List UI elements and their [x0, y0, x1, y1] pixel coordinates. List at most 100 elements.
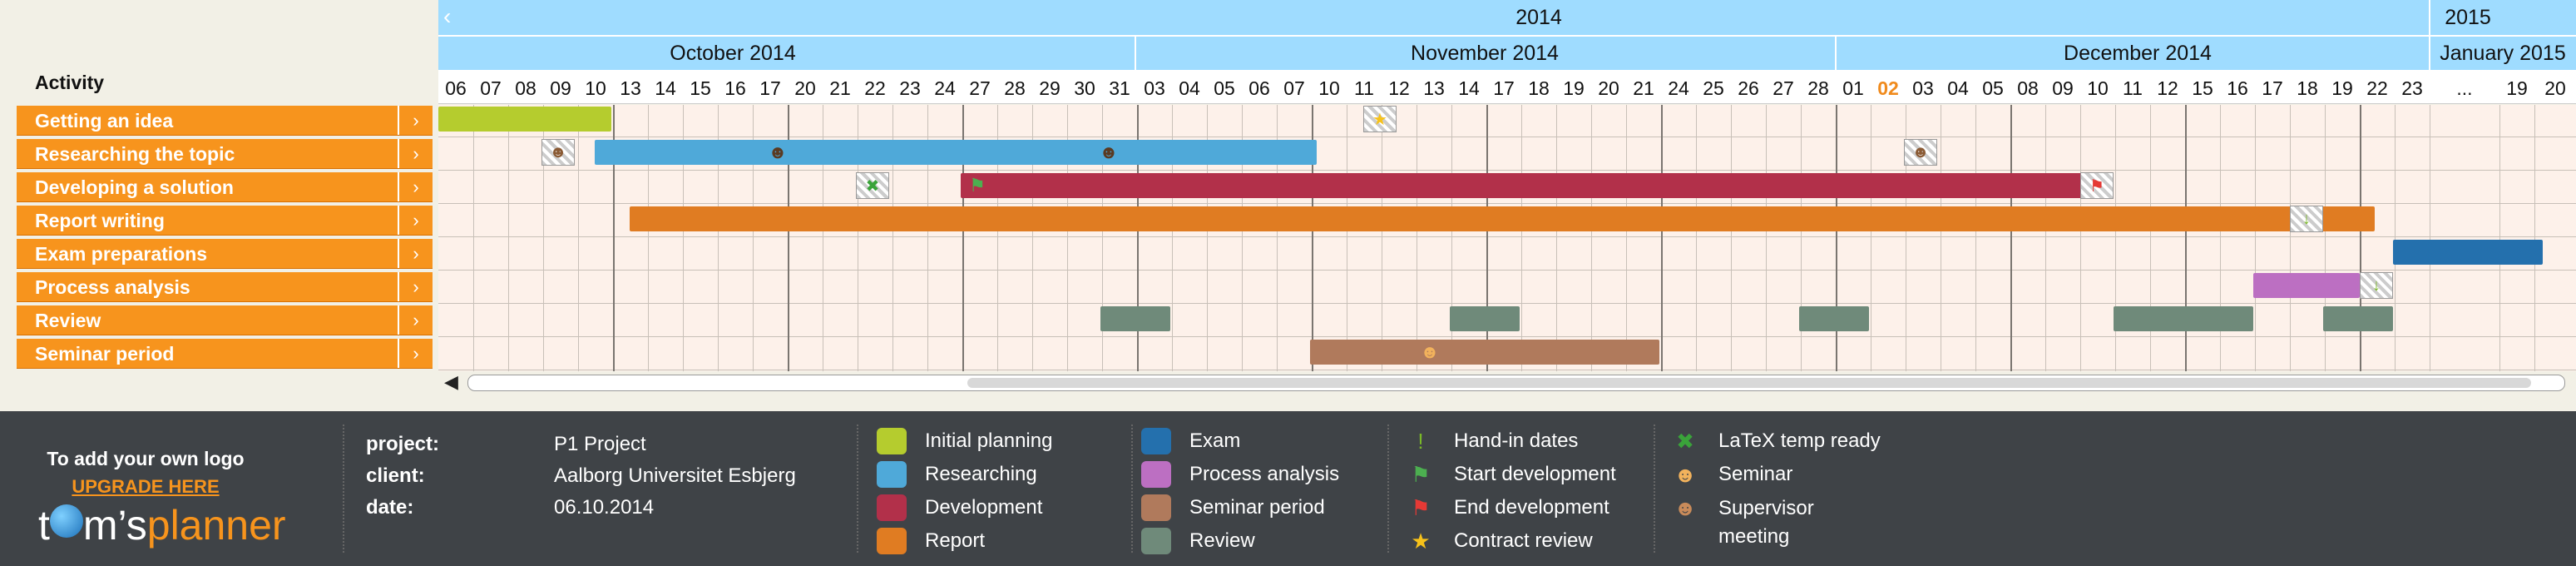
legend-item: ! Hand-in dates — [1406, 428, 1578, 454]
day-label: 07 — [1283, 77, 1305, 99]
logo-prompt: To add your own logo — [47, 448, 245, 469]
day-label: 19 — [1563, 77, 1585, 99]
day-label: 05 — [1214, 77, 1235, 99]
timeline-scrollbar[interactable]: ◀ — [439, 371, 2576, 395]
activity-row[interactable]: Getting an idea › — [17, 106, 433, 136]
grid-column-line — [2360, 105, 2361, 371]
timeline-prev-icon[interactable]: ‹ — [443, 3, 451, 30]
activity-label: Developing a solution — [35, 176, 234, 198]
expand-chevron-icon[interactable]: › — [398, 272, 433, 301]
legend-label: Development — [925, 496, 1043, 519]
month-december-label: December 2014 — [2064, 41, 2212, 65]
scroll-thumb[interactable] — [967, 378, 2531, 388]
gantt-grid: ★ ☻ ☻ ☻ ☻ ✖ ⚑ ⚑ ↓ ↓ ☻ — [438, 105, 2576, 371]
bar-getting-an-idea[interactable] — [438, 107, 611, 132]
upgrade-link[interactable]: UPGRADE HERE — [0, 476, 316, 498]
day-label: 30 — [1074, 77, 1095, 99]
legend-label-line: Contract review — [1454, 529, 1593, 552]
project-label: project: — [366, 433, 440, 455]
legend-item: ⚑ Start development — [1406, 461, 1616, 488]
day-label: 26 — [1738, 77, 1759, 99]
start-development-flag-icon[interactable]: ⚑ — [964, 172, 991, 199]
bar-exam[interactable] — [2393, 240, 2543, 265]
seminar-marker[interactable]: ☻ — [1417, 339, 1443, 365]
activity-row[interactable]: Process analysis › — [17, 272, 433, 302]
day-label: 17 — [1493, 77, 1515, 99]
scroll-track[interactable] — [467, 375, 2565, 391]
expand-chevron-icon[interactable]: › — [398, 139, 433, 168]
bar-review-5[interactable] — [2323, 306, 2393, 331]
activity-label: Process analysis — [35, 276, 190, 298]
legend-swatch — [1141, 461, 1171, 488]
hand-in-marker[interactable]: ↓ — [2360, 272, 2393, 299]
brand-logo: tom’splanner — [38, 501, 286, 549]
supervisor-meeting-marker[interactable]: ☻ — [764, 139, 791, 166]
bar-review-3[interactable] — [1799, 306, 1869, 331]
legend-swatch — [877, 461, 907, 488]
grid-column-line — [1661, 105, 1663, 371]
grid-column-line — [1801, 105, 1802, 371]
month-october-label: October 2014 — [670, 41, 796, 65]
day-label: 19 — [2506, 77, 2528, 99]
expand-chevron-icon[interactable]: › — [398, 305, 433, 335]
bar-report-writing[interactable] — [630, 206, 2375, 231]
legend-swatch — [1141, 528, 1171, 554]
latex-ready-marker[interactable]: ✖ — [856, 172, 889, 199]
month-header: October 2014 November 2014 December 2014… — [438, 37, 2576, 72]
activity-row[interactable]: Developing a solution › — [17, 172, 433, 202]
day-label: 27 — [1773, 77, 1794, 99]
expand-chevron-icon[interactable]: › — [398, 106, 433, 135]
activity-row[interactable]: Exam preparations › — [17, 239, 433, 269]
client-label: client: — [366, 464, 425, 487]
hand-in-marker[interactable]: ↓ — [2290, 206, 2323, 232]
client-value: Aalborg Universitet Esbjerg — [554, 464, 796, 487]
legend-label-line: LaTeX temp ready — [1718, 429, 1881, 452]
supervisor-meeting-marker[interactable]: ☻ — [1095, 139, 1122, 166]
supervisor-person-icon: ☻ — [1674, 494, 1697, 520]
bar-process-analysis[interactable] — [2253, 273, 2360, 298]
bar-review-1[interactable] — [1100, 306, 1170, 331]
legend-label: Start development — [1454, 463, 1616, 486]
day-label: 17 — [759, 77, 781, 99]
activity-row[interactable]: Report writing › — [17, 206, 433, 236]
bar-researching[interactable] — [595, 140, 1317, 165]
day-label: 29 — [1039, 77, 1061, 99]
year-2015-label: 2015 — [2445, 5, 2491, 29]
day-label: 20 — [1598, 77, 1619, 99]
activity-row[interactable]: Seminar period › — [17, 339, 433, 369]
bar-seminar-period[interactable] — [1310, 340, 1659, 365]
supervisor-meeting-marker[interactable]: ☻ — [1904, 139, 1937, 166]
activity-row[interactable]: Researching the topic › — [17, 139, 433, 169]
bar-developing[interactable] — [961, 173, 2084, 198]
day-label: 10 — [1318, 77, 1340, 99]
day-label: ... — [2456, 77, 2473, 99]
legend-swatch — [877, 528, 907, 554]
activity-row[interactable]: Review › — [17, 305, 433, 335]
legend-item: Initial planning — [877, 428, 1052, 454]
grid-column-line — [2395, 105, 2396, 371]
legend-label: Contract review — [1454, 529, 1593, 553]
day-label: 12 — [1388, 77, 1410, 99]
supervisor-meeting-marker[interactable]: ☻ — [541, 139, 575, 166]
legend-item: ✖ LaTeX temp ready — [1670, 428, 1881, 454]
bar-review-2[interactable] — [1450, 306, 1520, 331]
contract-review-marker[interactable]: ★ — [1363, 106, 1397, 132]
grid-column-line — [2185, 105, 2187, 371]
grid-column-line — [2325, 105, 2326, 371]
end-development-marker[interactable]: ⚑ — [2080, 172, 2114, 199]
grid-column-line — [1626, 105, 1627, 371]
expand-chevron-icon[interactable]: › — [398, 206, 433, 235]
bar-review-4[interactable] — [2114, 306, 2253, 331]
expand-chevron-icon[interactable]: › — [398, 239, 433, 268]
expand-chevron-icon[interactable]: › — [398, 172, 433, 201]
month-january-label: January 2015 — [2440, 41, 2566, 65]
seminar-person-icon: ☻ — [1674, 461, 1697, 487]
legend-label-line: meeting — [1718, 525, 1790, 548]
gantt-app: ‹ 2014 2015 October 2014 November 2014 D… — [0, 0, 2576, 566]
brand-o-globe-icon: o — [49, 504, 83, 538]
scroll-left-arrow-icon[interactable]: ◀ — [444, 371, 458, 393]
legend-item: Report — [877, 528, 985, 554]
expand-chevron-icon[interactable]: › — [398, 339, 433, 368]
legend-label: Initial planning — [925, 429, 1053, 452]
footer-legend: To add your own logo UPGRADE HERE tom’sp… — [0, 411, 2576, 566]
